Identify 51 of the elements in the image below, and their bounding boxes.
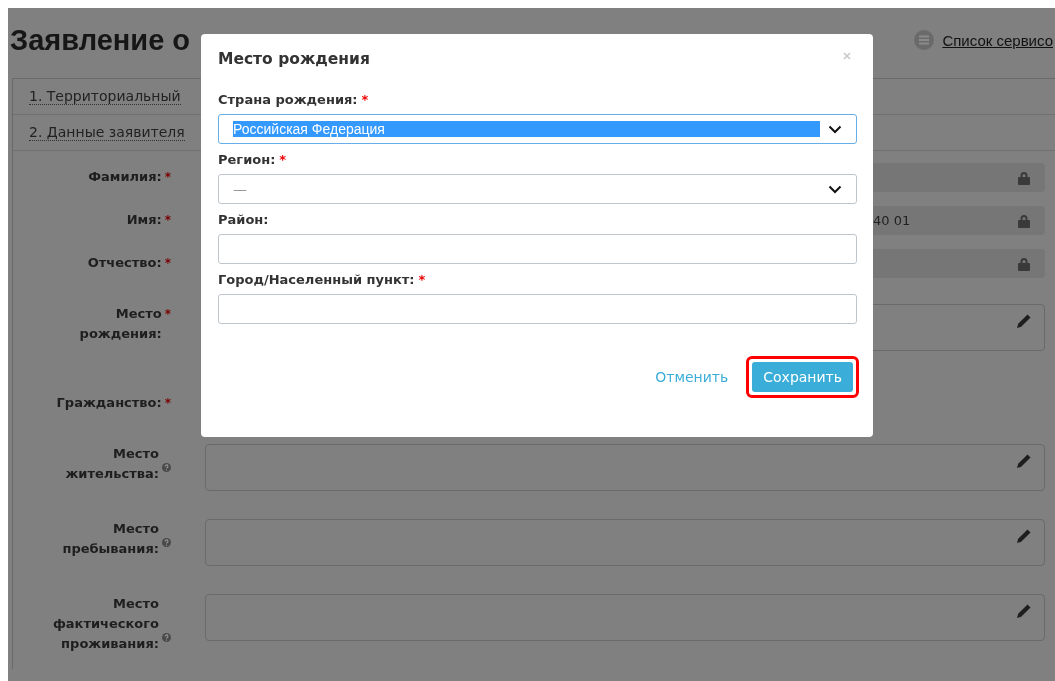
field-label: Гражданство: (56, 394, 162, 412)
address-field[interactable] (205, 444, 1045, 491)
required-mark: * (164, 212, 171, 229)
input-field[interactable] (218, 294, 857, 324)
field-label: Место фактического проживания: (51, 595, 159, 653)
section-link[interactable]: 2. Данные заявителя (29, 124, 185, 141)
pencil-icon[interactable] (1016, 453, 1032, 469)
address-field[interactable] (205, 594, 1045, 641)
select-value: — (233, 181, 248, 197)
section-link[interactable]: 1. Территориальный (29, 88, 181, 105)
field-label: Место рождения: (78, 305, 162, 343)
lock-icon (1017, 214, 1031, 228)
close-icon[interactable] (843, 52, 851, 60)
address-field[interactable] (205, 519, 1045, 566)
required-mark: * (361, 92, 369, 107)
list-icon (914, 30, 935, 50)
chevron-down-icon (828, 124, 842, 134)
required-mark: * (418, 272, 426, 287)
field-label: Район: (218, 212, 269, 227)
cancel-link[interactable]: Отменить (655, 369, 729, 385)
pencil-icon[interactable] (1016, 313, 1032, 329)
required-mark: * (164, 395, 171, 412)
field-label: Место пребывания: (61, 520, 159, 558)
lock-icon (1017, 171, 1031, 185)
required-mark: * (164, 255, 171, 272)
field-label: Город/Населенный пункт: (218, 272, 415, 287)
modal-title: Место рождения (218, 50, 370, 68)
lock-icon (1017, 257, 1031, 271)
required-mark: * (279, 152, 287, 167)
required-mark: * (164, 306, 171, 323)
select-value: Российская Федерация (233, 121, 820, 137)
save-button[interactable]: Сохранить (752, 362, 853, 392)
field-label: Страна рождения: (218, 92, 358, 107)
field-label: Отчество: (87, 254, 162, 272)
required-mark: * (164, 169, 171, 186)
select-field[interactable]: Российская Федерация (218, 114, 857, 144)
help-icon[interactable] (162, 538, 171, 547)
page-title: Заявление о (10, 23, 191, 57)
select-field[interactable]: — (218, 174, 857, 204)
services-link[interactable]: Список сервисо (942, 31, 1053, 49)
chevron-down-icon (828, 184, 842, 194)
help-icon[interactable] (162, 633, 171, 642)
pencil-icon[interactable] (1016, 528, 1032, 544)
field-label: Регион: (218, 152, 276, 167)
field-label: Фамилия: (88, 168, 162, 186)
help-icon[interactable] (162, 463, 171, 472)
field-label: Имя: (126, 211, 162, 229)
field-label: Место жительства: (64, 445, 159, 483)
input-field[interactable] (218, 234, 857, 264)
pencil-icon[interactable] (1016, 603, 1032, 619)
field-value: 40 01 (873, 213, 911, 228)
